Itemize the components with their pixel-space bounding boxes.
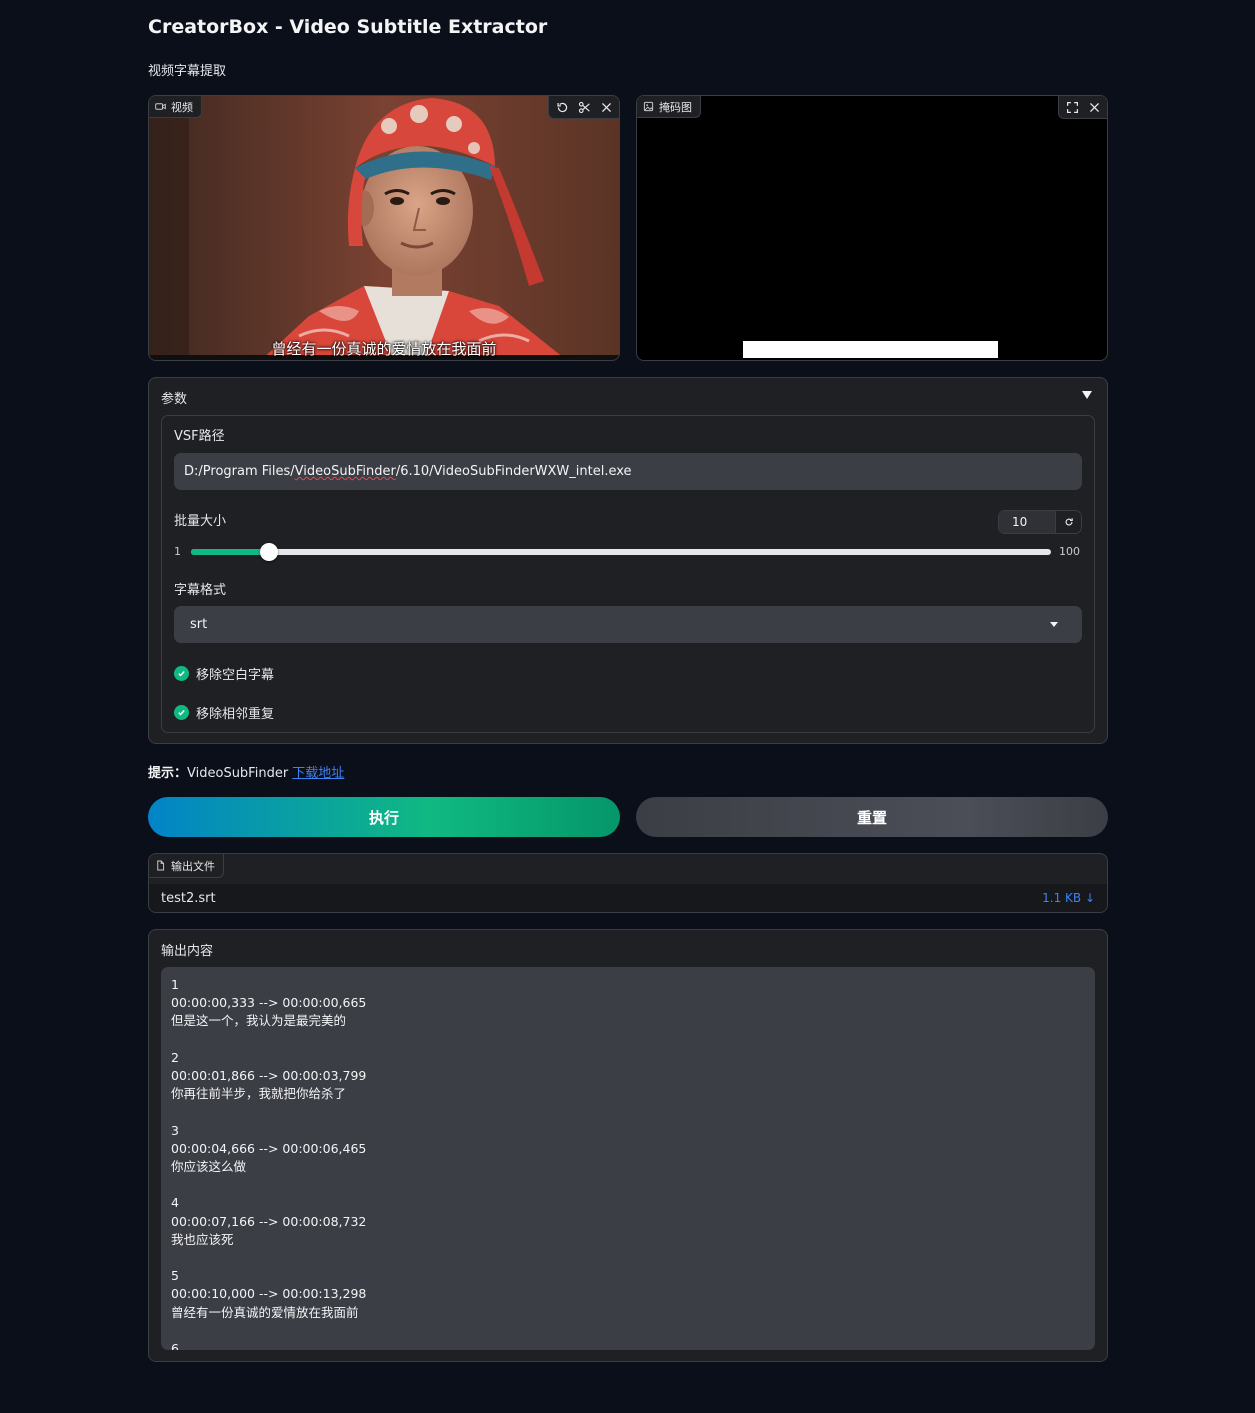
subtitle-format-label: 字幕格式	[174, 583, 227, 598]
image-icon	[643, 101, 654, 112]
vsf-path-input[interactable]: D:/Program Files/VideoSubFinder/6.10/Vid…	[174, 453, 1082, 490]
output-file-download[interactable]: 1.1 KB ↓	[1042, 891, 1095, 905]
subtitle-format-dropdown[interactable]: srt	[174, 606, 1082, 643]
undo-button[interactable]	[551, 96, 573, 118]
batch-size-label: 批量大小	[174, 514, 227, 529]
video-camera-icon	[155, 103, 166, 110]
file-icon	[157, 860, 165, 871]
check-icon	[174, 666, 189, 681]
scissors-icon	[578, 101, 590, 113]
mask-canvas[interactable]	[637, 96, 1107, 360]
mask-panel-title: 掩码图	[659, 100, 692, 114]
hint-text: 提示：VideoSubFinder 下载地址	[148, 762, 344, 781]
mask-panel: 掩码图	[636, 95, 1108, 361]
reset-icon	[1065, 518, 1073, 526]
output-file-row[interactable]: test2.srt 1.1 KB ↓	[149, 884, 1107, 912]
hint-body: VideoSubFinder	[187, 766, 293, 781]
params-accordion: 参数 VSF路径 D:/Program Files/VideoSubFinder…	[148, 377, 1108, 744]
vsf-path-prefix: D:/Program Files/	[184, 464, 295, 479]
close-icon	[1089, 102, 1099, 112]
video-panel-title: 视频	[171, 100, 193, 114]
batch-size-slider-fill	[191, 549, 269, 555]
output-content-textarea[interactable]: 1 00:00:00,333 --> 00:00:00,665 但是这一个，我认…	[161, 967, 1095, 1350]
vsf-path-label: VSF路径	[174, 429, 225, 444]
check-icon	[174, 705, 189, 720]
batch-size-slider-thumb[interactable]	[260, 543, 278, 561]
triangle-down-icon[interactable]	[1081, 389, 1093, 401]
hint-prefix: 提示：	[148, 766, 188, 781]
clear-video-button[interactable]	[595, 96, 617, 118]
fullscreen-icon	[1066, 101, 1078, 113]
page-title: CreatorBox - Video Subtitle Extractor	[148, 16, 548, 38]
vsf-path-suffix: /6.10/VideoSubFinderWXW_intel.exe	[395, 464, 632, 479]
batch-size-slider[interactable]	[191, 543, 1051, 561]
vsf-path-misspelled: VideoSubFinder	[294, 464, 396, 479]
clear-mask-button[interactable]	[1083, 96, 1105, 118]
batch-size-number-input[interactable]: 10	[999, 511, 1055, 533]
undo-icon	[556, 102, 567, 112]
caret-down-icon	[1050, 622, 1058, 627]
params-group: VSF路径 D:/Program Files/VideoSubFinder/6.…	[161, 415, 1095, 733]
video-frame[interactable]: 曾经有一份真诚的爱情放在我面前	[149, 96, 619, 360]
params-title[interactable]: 参数	[161, 388, 187, 407]
video-toolbar	[548, 96, 619, 119]
output-file-label: 输出文件	[149, 854, 224, 878]
download-link[interactable]: 下载地址	[292, 766, 344, 781]
output-file-name: test2.srt	[161, 890, 216, 906]
output-file-title: 输出文件	[171, 859, 215, 873]
output-content-text: 1 00:00:00,333 --> 00:00:00,665 但是这一个，我认…	[171, 977, 367, 1350]
output-file-panel: 输出文件 test2.srt 1.1 KB ↓	[148, 853, 1108, 913]
output-content-label: 输出内容	[161, 944, 214, 959]
remove-blank-label: 移除空白字幕	[196, 668, 275, 683]
remove-blank-checkbox[interactable]: 移除空白字幕	[174, 664, 274, 683]
batch-size-reset-button[interactable]	[1055, 511, 1081, 533]
video-panel-label: 视频	[149, 96, 202, 118]
close-icon	[601, 102, 611, 112]
batch-size-max: 100	[1059, 545, 1080, 558]
video-frame-illustration	[149, 96, 619, 360]
mask-panel-label: 掩码图	[637, 96, 701, 118]
batch-size-number: 10	[998, 510, 1082, 534]
mask-toolbar	[1058, 96, 1107, 119]
subtitle-format-value: srt	[190, 617, 208, 632]
page-subtitle: 视频字幕提取	[148, 64, 227, 79]
video-panel: 视频 曾经有一份真诚的爱情放在我面前	[148, 95, 620, 361]
reset-button[interactable]: 重置	[636, 797, 1108, 837]
video-subtitle-overlay: 曾经有一份真诚的爱情放在我面前	[271, 340, 497, 358]
fullscreen-button[interactable]	[1061, 96, 1083, 118]
output-content-panel: 输出内容 1 00:00:00,333 --> 00:00:00,665 但是这…	[148, 929, 1108, 1362]
remove-duplicate-label: 移除相邻重复	[196, 707, 275, 722]
remove-duplicate-checkbox[interactable]: 移除相邻重复	[174, 703, 274, 722]
mask-subtitle-region	[743, 341, 998, 358]
batch-size-min: 1	[174, 545, 181, 558]
trim-button[interactable]	[573, 96, 595, 118]
run-button[interactable]: 执行	[148, 797, 620, 837]
